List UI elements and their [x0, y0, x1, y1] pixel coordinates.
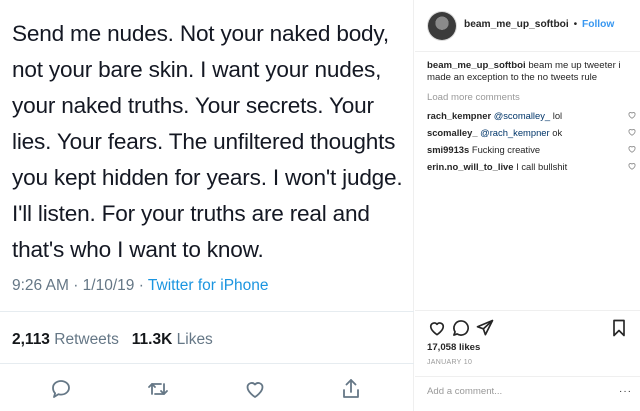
tweet-source: Twitter for iPhone: [147, 277, 269, 294]
share-icon: [338, 376, 364, 402]
comment-like-icon[interactable]: [627, 127, 637, 137]
comment-item: scomalley_ @rach_kempner ok: [427, 127, 637, 144]
heart-icon[interactable]: [427, 318, 447, 338]
tweet-date: 1/10/19: [82, 277, 135, 294]
tweet-text-line: your naked truths. Your secrets. Your: [12, 93, 374, 118]
reply-icon: [48, 376, 74, 402]
comment-username[interactable]: erin.no_will_to_live: [427, 161, 514, 172]
tweet-text-line: lies. Your fears. The unfiltered thought…: [12, 129, 396, 154]
tweet-text-line: I'll listen. For your truths are real an…: [12, 201, 370, 226]
load-more-comments-button[interactable]: Load more comments: [427, 92, 520, 103]
comment-username[interactable]: rach_kempner: [427, 110, 491, 121]
comments-list: rach_kempner @scomalley_ lol scomalley_ …: [427, 110, 637, 178]
tweet-text-line: that's who I want to know.: [12, 237, 264, 262]
retweets-count: 2,113: [12, 331, 50, 348]
tweet-time: 9:26 AM: [12, 277, 69, 294]
comment-icon[interactable]: [451, 318, 471, 338]
comment-item: erin.no_will_to_live I call bullshit: [427, 161, 637, 178]
header-line: beam_me_up_softboi • Follow: [464, 19, 614, 30]
like-icon: [242, 376, 268, 402]
comment-like-icon[interactable]: [627, 161, 637, 171]
tweet-text: Send me nudes. Not your naked body, not …: [12, 16, 404, 268]
more-options-icon[interactable]: ···: [619, 386, 632, 397]
tweet-text-line: you kept hidden for years. I won't judge…: [12, 165, 403, 190]
comment-username[interactable]: scomalley_: [427, 127, 478, 138]
panel-divider: [415, 376, 640, 377]
tweet-timestamp: 9:26 AM · 1/10/19 · Twitter for iPhone: [12, 277, 269, 295]
comment-mention[interactable]: @rach_kempner: [480, 127, 549, 138]
post-actions: [415, 318, 640, 342]
retweet-icon: [145, 376, 171, 402]
tweet-meta-separator: ·: [73, 277, 79, 294]
tweet-divider: [0, 363, 414, 364]
comment-like-icon[interactable]: [627, 144, 637, 154]
comment-text: lol: [552, 110, 563, 121]
likes-count: 11.3K: [131, 331, 173, 348]
comment-text: I call bullshit: [516, 161, 568, 172]
comment-mention[interactable]: @scomalley_: [494, 110, 550, 121]
post-side-panel: beam_me_up_softboi • Follow beam_me_up_s…: [415, 0, 640, 411]
caption-username[interactable]: beam_me_up_softboi: [427, 60, 526, 71]
add-comment-input[interactable]: Add a comment...: [427, 386, 502, 397]
header-username[interactable]: beam_me_up_softboi: [464, 19, 569, 30]
tweet-divider: [0, 311, 414, 312]
tweet-text-line: not your bare skin. I want your nudes,: [12, 57, 382, 82]
share-icon[interactable]: [475, 318, 495, 338]
comment-item: rach_kempner @scomalley_ lol: [427, 110, 637, 127]
post-header: beam_me_up_softboi • Follow: [415, 0, 640, 52]
comment-username[interactable]: smi9913s: [427, 144, 469, 155]
comment-like-icon[interactable]: [627, 110, 637, 120]
header-separator: •: [573, 19, 578, 30]
comment-text: ok: [552, 127, 563, 138]
likes-count[interactable]: 17,058 likes: [427, 342, 480, 353]
retweets-label: Retweets: [54, 331, 119, 348]
tweet-text-line: Send me nudes. Not your naked body,: [12, 21, 389, 46]
bookmark-icon[interactable]: [609, 318, 629, 338]
tweet-actions: [0, 372, 414, 406]
tweet-stats: 2,113 Retweets 11.3K Likes: [12, 331, 213, 349]
likes-label: Likes: [176, 331, 213, 348]
panel-divider: [415, 310, 640, 311]
post-image: Send me nudes. Not your naked body, not …: [0, 0, 414, 411]
avatar[interactable]: [428, 12, 456, 40]
tweet-meta-separator: ·: [138, 277, 144, 294]
comment-item: smi9913s Fucking creative: [427, 144, 637, 161]
comment-text: Fucking creative: [471, 144, 541, 155]
follow-button[interactable]: Follow: [582, 19, 614, 30]
post-caption: beam_me_up_softboi beam me up tweeter i …: [427, 60, 632, 84]
post-date: JANUARY 10: [427, 359, 473, 366]
